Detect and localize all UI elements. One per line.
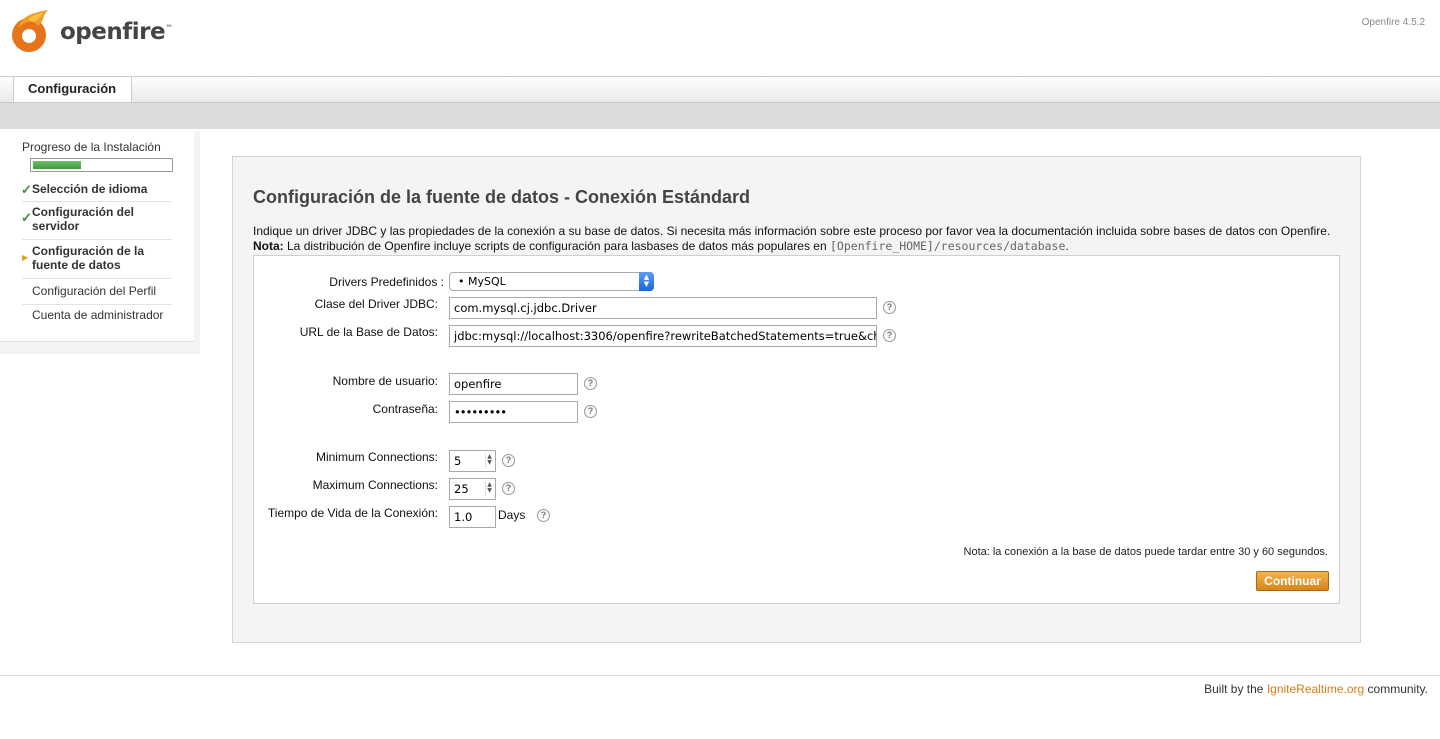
password-label: Contraseña: xyxy=(372,402,438,416)
driver-class-label: Clase del Driver JDBC: xyxy=(314,297,438,311)
sub-navigation-bar xyxy=(0,102,1440,129)
password-input[interactable]: ••••••••• xyxy=(449,401,578,423)
intro-line-2: Nota: La distribución de Openfire incluy… xyxy=(253,239,1069,253)
note-label: Nota: xyxy=(253,239,284,253)
footer: Built by the IgniteRealtime.org communit… xyxy=(0,675,1440,705)
step-seleccion-idioma: ✓ Selección de idioma xyxy=(21,180,172,202)
version-label: Openfire 4.5.2 xyxy=(1361,17,1425,28)
check-icon: ✓ xyxy=(21,210,32,225)
logo-text: openfire™ xyxy=(60,19,173,45)
stepper-arrows-icon[interactable]: ▲ ▼ xyxy=(485,482,493,496)
help-icon[interactable]: ? xyxy=(584,377,597,390)
database-path: [Openfire_HOME]/resources/database xyxy=(830,239,1066,253)
openfire-logo[interactable]: openfire™ xyxy=(8,8,173,56)
db-url-label: URL de la Base de Datos: xyxy=(299,325,438,339)
min-connections-input[interactable]: 5 ▲ ▼ xyxy=(449,450,496,472)
drivers-label: Drivers Predefinidos : xyxy=(329,275,444,289)
connection-lifetime-label: Tiempo de Vida de la Conexión: xyxy=(267,506,438,520)
connection-note: Nota: la conexión a la base de datos pue… xyxy=(963,546,1328,558)
tab-configuracion[interactable]: Configuración xyxy=(13,77,132,102)
tab-bar: Configuración xyxy=(0,76,1440,102)
progress-bar xyxy=(30,158,173,172)
connection-lifetime-input[interactable]: 1.0 xyxy=(449,506,496,528)
help-icon[interactable]: ? xyxy=(883,301,896,314)
continue-button[interactable]: Continuar xyxy=(1256,571,1329,591)
username-input[interactable]: openfire xyxy=(449,373,578,395)
sidebar: Progreso de la Instalación ✓ Selección d… xyxy=(0,131,200,354)
current-step-arrow-icon: ▶ xyxy=(22,253,29,262)
driver-class-input[interactable]: com.mysql.cj.jdbc.Driver xyxy=(449,297,877,319)
select-arrows-icon: ▲ ▼ xyxy=(639,272,654,291)
setup-progress-panel: Progreso de la Instalación ✓ Selección d… xyxy=(0,131,194,342)
help-icon[interactable]: ? xyxy=(883,329,896,342)
step-configuracion-servidor: ✓ Configuración del servidor xyxy=(21,204,172,240)
min-connections-label: Minimum Connections: xyxy=(315,450,438,464)
page-title: Configuración de la fuente de datos - Co… xyxy=(253,187,751,207)
intro-line-1: Indique un driver JDBC y las propiedades… xyxy=(253,224,1331,238)
stepper-arrows-icon[interactable]: ▲ ▼ xyxy=(485,454,493,468)
help-icon[interactable]: ? xyxy=(584,405,597,418)
username-label: Nombre de usuario: xyxy=(332,374,438,388)
max-connections-label: Maximum Connections: xyxy=(312,478,438,492)
flame-icon xyxy=(12,10,48,52)
help-icon[interactable]: ? xyxy=(502,482,515,495)
progress-label: Progreso de la Instalación xyxy=(22,140,161,154)
max-connections-input[interactable]: 25 ▲ ▼ xyxy=(449,478,496,500)
help-icon[interactable]: ? xyxy=(537,509,550,522)
header: openfire™ Openfire 4.5.2 xyxy=(0,0,1440,77)
footer-text: Built by the IgniteRealtime.org communit… xyxy=(1204,682,1428,696)
igniterealtime-link[interactable]: IgniteRealtime.org xyxy=(1267,682,1364,696)
help-icon[interactable]: ? xyxy=(502,454,515,467)
lifetime-unit-label: Days xyxy=(498,508,526,522)
step-cuenta-administrador: Cuenta de administrador xyxy=(32,308,164,322)
step-fuente-de-datos: ▶ Configuración de la fuente de datos xyxy=(22,243,172,279)
step-configuracion-perfil: Configuración del Perfil xyxy=(22,283,172,305)
intro-text: Indique un driver JDBC y las propiedades… xyxy=(253,224,1343,254)
drivers-select[interactable]: • MySQL ▲ ▼ xyxy=(449,272,654,291)
check-icon: ✓ xyxy=(21,182,32,197)
db-url-input[interactable]: jdbc:mysql://localhost:3306/openfire?rew… xyxy=(449,325,877,347)
progress-fill xyxy=(33,161,81,169)
